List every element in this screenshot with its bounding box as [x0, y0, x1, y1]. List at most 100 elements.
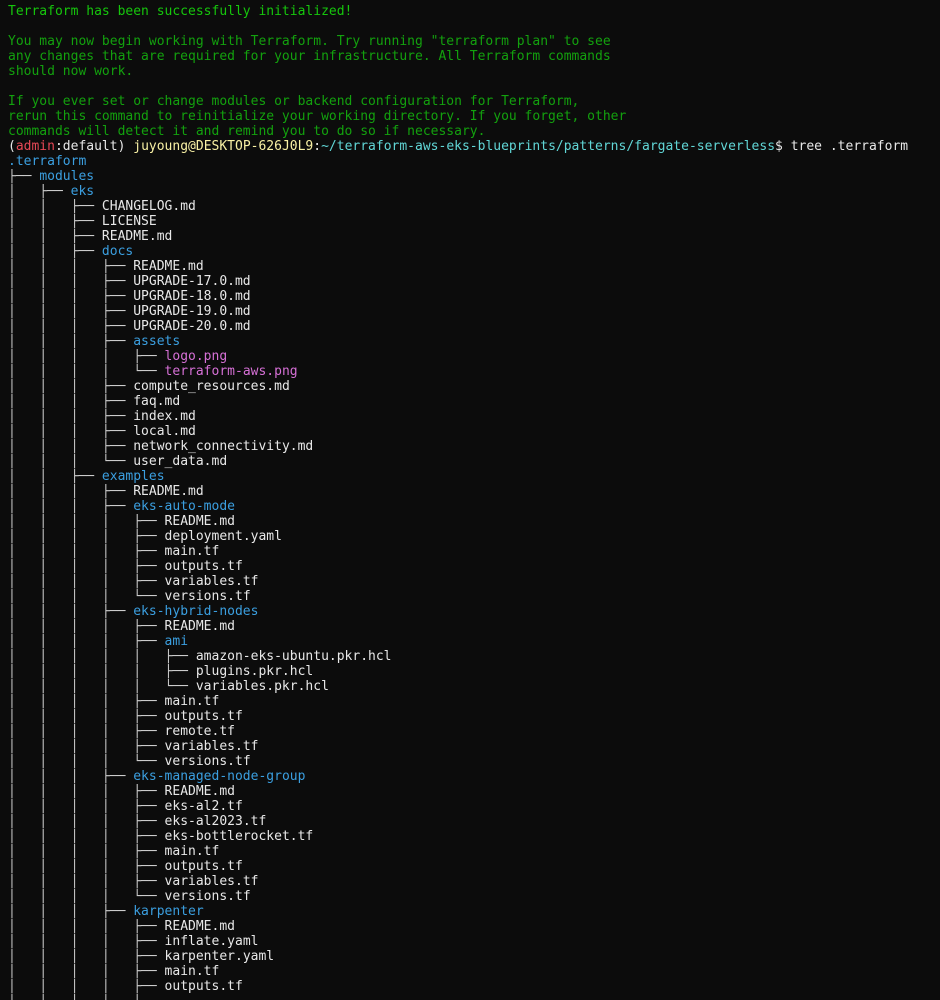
tree-row: │ ├── eks — [8, 184, 940, 199]
file-name: README.md — [164, 919, 235, 934]
tree-row: │ │ │ ├── eks-auto-mode — [8, 499, 940, 514]
tree-branch: │ │ │ │ ├── — [8, 799, 165, 814]
tree-branch: │ │ │ │ ├── — [8, 829, 165, 844]
tree-row: │ │ │ │ ├── outputs.tf — [8, 559, 940, 574]
prompt-close-paren: ) — [117, 139, 134, 154]
init-message-line: Terraform has been successfully initiali… — [8, 4, 353, 19]
file-name: main.tf — [164, 844, 220, 859]
tree-row: │ │ │ │ │ ├── plugins.pkr.hcl — [8, 664, 940, 679]
tree-branch: │ │ │ │ ├── — [8, 934, 165, 949]
file-name: deployment.yaml — [164, 529, 282, 544]
tree-row: │ │ │ │ ├── deployment.yaml — [8, 529, 940, 544]
tree-row: │ │ │ ├── UPGRADE-19.0.md — [8, 304, 940, 319]
tree-branch: │ │ │ │ ├── — [8, 919, 165, 934]
file-name: README.md — [133, 484, 204, 499]
file-name: outputs.tf — [164, 709, 243, 724]
directory-name: eks-managed-node-group — [133, 769, 306, 784]
tree-row: │ │ ├── LICENSE — [8, 214, 940, 229]
tree-row: │ │ │ │ ├── eks-al2.tf — [8, 799, 940, 814]
init-message-line: commands will detect it and remind you t… — [8, 124, 486, 139]
prompt-colon-2: : — [313, 139, 322, 154]
tree-branch: │ │ │ ├── — [8, 289, 134, 304]
tree-row: │ │ │ │ ├── eks-bottlerocket.tf — [8, 829, 940, 844]
directory-name: eks-hybrid-nodes — [133, 604, 259, 619]
tree-row: │ │ │ │ ├── variables.tf — [8, 574, 940, 589]
directory-name: eks — [70, 184, 95, 199]
directory-name: modules — [39, 169, 95, 184]
terminal-window[interactable]: Terraform has been successfully initiali… — [0, 0, 940, 1000]
tree-branch: │ │ │ ├── — [8, 904, 134, 919]
tree-branch: │ │ ├── — [8, 229, 102, 244]
tree-branch: │ │ │ ├── — [8, 484, 134, 499]
tree-row: ├── modules — [8, 169, 940, 184]
tree-branch: │ │ │ │ ├── — [8, 349, 165, 364]
tree-branch: │ │ │ ├── — [8, 274, 134, 289]
tree-row: │ │ │ │ ├── README.md — [8, 784, 940, 799]
tree-branch: │ │ │ │ ├── — [8, 619, 165, 634]
tree-branch: │ │ │ │ └── — [8, 364, 165, 379]
tree-row: │ │ │ ├── eks-managed-node-group — [8, 769, 940, 784]
file-name: README.md — [164, 514, 235, 529]
file-name: outputs.tf — [164, 559, 243, 574]
prompt-open-paren: ( — [8, 139, 16, 154]
tree-row: │ │ │ │ ├── outputs.tf — [8, 859, 940, 874]
tree-row: │ │ │ ├── UPGRADE-18.0.md — [8, 289, 940, 304]
file-name: amazon-eks-ubuntu.pkr.hcl — [195, 649, 392, 664]
tree-row: │ │ │ ├── index.md — [8, 409, 940, 424]
tree-branch: │ │ │ │ ├── — [8, 724, 165, 739]
file-name: UPGRADE-18.0.md — [133, 289, 251, 304]
file-name: index.md — [133, 409, 196, 424]
tree-branch: │ │ │ │ └── — [8, 589, 165, 604]
file-name: versions.tf — [164, 589, 251, 604]
tree-row: │ │ │ │ ├── main.tf — [8, 964, 940, 979]
file-name: LICENSE — [101, 214, 157, 229]
init-message: Terraform has been successfully initiali… — [8, 4, 940, 139]
tree-branch: │ │ ├── — [8, 214, 102, 229]
tree-branch: │ │ ├── — [8, 199, 102, 214]
tree-branch: │ │ │ ├── — [8, 604, 134, 619]
file-name: network_connectivity.md — [133, 439, 314, 454]
tree-row: │ │ │ │ │ └── variables.pkr.hcl — [8, 679, 940, 694]
tree-branch: │ │ ├── — [8, 469, 102, 484]
tree-row: │ │ │ │ ├── README.md — [8, 619, 940, 634]
tree-branch: │ ├── — [8, 184, 71, 199]
tree-branch: │ │ │ │ └── — [8, 754, 165, 769]
tree-row: │ │ │ └── user_data.md — [8, 454, 940, 469]
tree-row: │ │ │ │ ├── logo.png — [8, 349, 940, 364]
typed-command: tree .terraform — [790, 139, 909, 154]
tree-row: │ │ │ │ └── versions.tf — [8, 589, 940, 604]
tree-branch: │ │ │ │ ├── — [8, 634, 165, 649]
tree-branch: │ │ │ │ ├── — [8, 874, 165, 889]
tree-row: │ │ │ ├── UPGRADE-17.0.md — [8, 274, 940, 289]
tree-branch: │ │ │ ├── — [8, 394, 134, 409]
tree-row: │ │ │ │ ├── README.md — [8, 514, 940, 529]
file-name: faq.md — [133, 394, 181, 409]
tree-row: │ │ │ │ └── terraform-aws.png — [8, 364, 940, 379]
directory-name: karpenter — [133, 904, 204, 919]
tree-row: │ │ │ │ ├── variables.tf — [8, 874, 940, 889]
tree-row: │ │ │ ├── README.md — [8, 484, 940, 499]
file-name: UPGRADE-17.0.md — [133, 274, 251, 289]
file-name: main.tf — [164, 544, 220, 559]
tree-row: │ │ ├── README.md — [8, 229, 940, 244]
init-message-line: any changes that are required for your i… — [8, 49, 611, 64]
tree-row: .terraform — [8, 154, 940, 169]
file-name: variables.tf — [164, 739, 259, 754]
file-name: karpenter.yaml — [164, 949, 275, 964]
tree-row: │ │ │ │ ├── — [8, 994, 940, 1000]
file-name: README.md — [164, 784, 235, 799]
tree-row: │ │ ├── examples — [8, 469, 940, 484]
file-name: README.md — [133, 259, 204, 274]
file-name: UPGRADE-19.0.md — [133, 304, 251, 319]
tree-branch: │ │ │ └── — [8, 454, 134, 469]
directory-name: assets — [133, 334, 181, 349]
tree-branch: │ │ │ │ ├── — [8, 514, 165, 529]
file-name: main.tf — [164, 964, 220, 979]
tree-row: │ │ │ │ ├── ami — [8, 634, 940, 649]
file-name: outputs.tf — [164, 979, 243, 994]
tree-row: │ │ ├── CHANGELOG.md — [8, 199, 940, 214]
tree-row: │ │ │ │ ├── main.tf — [8, 694, 940, 709]
tree-row: │ │ │ ├── faq.md — [8, 394, 940, 409]
tree-branch: │ │ │ │ ├── — [8, 949, 165, 964]
file-name: logo.png — [164, 349, 228, 364]
